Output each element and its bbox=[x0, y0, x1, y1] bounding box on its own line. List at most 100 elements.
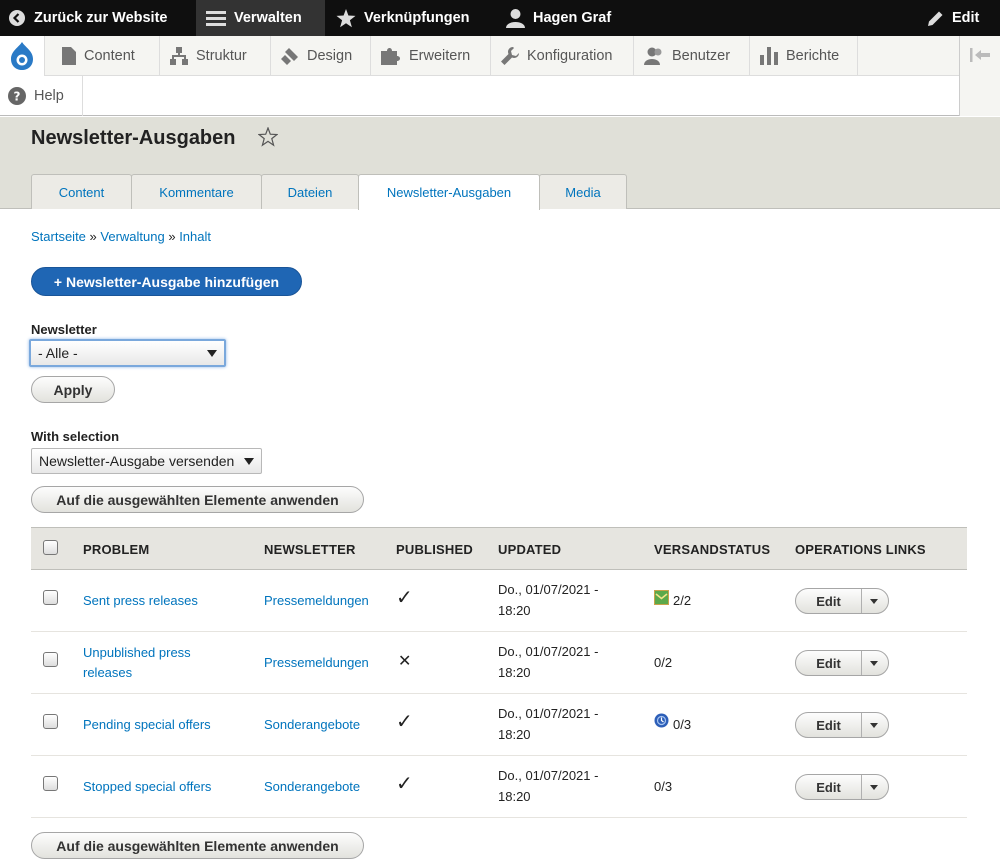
edit-button[interactable]: Edit bbox=[796, 589, 862, 613]
operations-dropbutton: Edit bbox=[795, 650, 889, 676]
edit-button[interactable]: Edit bbox=[796, 775, 862, 799]
help-icon: ? bbox=[8, 87, 26, 105]
row-checkbox[interactable] bbox=[43, 776, 58, 791]
menu-reports[interactable]: Berichte bbox=[750, 36, 858, 76]
dropdown-toggle-icon[interactable] bbox=[870, 599, 878, 604]
back-circle-icon bbox=[9, 10, 25, 26]
dropdown-toggle-icon[interactable] bbox=[870, 785, 878, 790]
send-status-value: 0/3 bbox=[654, 779, 673, 794]
shortcut-star-icon[interactable] bbox=[258, 127, 278, 147]
newsletter-link[interactable]: Pressemeldungen bbox=[264, 655, 369, 670]
tab-files[interactable]: Dateien bbox=[261, 174, 359, 209]
bulk-action-select[interactable]: Newsletter-Ausgabe versenden bbox=[31, 448, 262, 474]
shortcuts-label: Verknüpfungen bbox=[364, 10, 470, 26]
add-newsletter-issue-button[interactable]: + Newsletter-Ausgabe hinzufügen bbox=[31, 267, 302, 296]
operations-dropbutton: Edit bbox=[795, 588, 889, 614]
users-icon bbox=[644, 47, 662, 65]
tab-comments[interactable]: Kommentare bbox=[131, 174, 262, 209]
table-row: Stopped special offers Sonderangebote ✓ … bbox=[31, 756, 967, 818]
issue-title-link[interactable]: Stopped special offers bbox=[83, 779, 211, 794]
edit-button[interactable]: Edit bbox=[796, 651, 862, 675]
bulk-action-label: With selection bbox=[31, 429, 120, 444]
admin-tray: Content Struktur Design Erweitern Konfig… bbox=[0, 36, 1000, 116]
breadcrumb-content[interactable]: Inhalt bbox=[179, 229, 211, 244]
newsletter-filter-select[interactable]: - Alle - bbox=[29, 339, 226, 367]
sitemap-icon bbox=[170, 47, 188, 65]
menu-design[interactable]: Design bbox=[271, 36, 371, 76]
shortcuts-tab[interactable]: Verknüpfungen bbox=[336, 0, 470, 36]
admin-toolbar: Zurück zur Website Verwalten Verknüpfung… bbox=[0, 0, 1000, 36]
newsletter-link[interactable]: Pressemeldungen bbox=[264, 593, 369, 608]
unpublished-x-icon: ✕ bbox=[398, 653, 412, 670]
newsletter-link[interactable]: Sonderangebote bbox=[264, 717, 360, 732]
menu-structure-label: Struktur bbox=[196, 48, 247, 64]
row-checkbox[interactable] bbox=[43, 714, 58, 729]
updated-date: Do., 01/07/2021 - bbox=[498, 706, 599, 721]
issue-title-link-continued[interactable]: releases bbox=[83, 665, 132, 680]
issue-title-link[interactable]: Pending special offers bbox=[83, 717, 211, 732]
header-published[interactable]: PUBLISHED bbox=[396, 542, 473, 557]
tab-content[interactable]: Content bbox=[31, 174, 132, 209]
breadcrumb-admin[interactable]: Verwaltung bbox=[100, 229, 164, 244]
user-label: Hagen Graf bbox=[533, 10, 612, 26]
manage-label: Verwalten bbox=[234, 10, 302, 26]
edit-label: Edit bbox=[952, 10, 980, 26]
pencil-icon bbox=[928, 11, 943, 26]
header-problem[interactable]: PROBLEM bbox=[83, 542, 149, 557]
breadcrumb-home[interactable]: Startseite bbox=[31, 229, 86, 244]
sent-icon bbox=[654, 590, 669, 605]
send-status-value: 0/2 bbox=[654, 655, 673, 670]
menu-configuration[interactable]: Konfiguration bbox=[491, 36, 634, 76]
page-title: Newsletter-Ausgaben bbox=[31, 127, 236, 149]
header-newsletter[interactable]: NEWSLETTER bbox=[264, 542, 356, 557]
user-tab[interactable]: Hagen Graf bbox=[506, 0, 611, 36]
menu-content-label: Content bbox=[84, 48, 135, 64]
apply-bulk-action-button-bottom[interactable]: Auf die ausgewählten Elemente anwenden bbox=[31, 832, 364, 859]
apply-bulk-action-button-top[interactable]: Auf die ausgewählten Elemente anwenden bbox=[31, 486, 364, 513]
menu-extend[interactable]: Erweitern bbox=[371, 36, 491, 76]
edit-button[interactable]: Edit bbox=[796, 713, 862, 737]
published-check-icon: ✓ bbox=[396, 587, 413, 609]
header-updated[interactable]: UPDATED bbox=[498, 542, 561, 557]
dropdown-toggle-icon[interactable] bbox=[870, 723, 878, 728]
menu-content[interactable]: Content bbox=[52, 36, 160, 76]
dropdown-toggle-icon[interactable] bbox=[870, 661, 878, 666]
updated-date: Do., 01/07/2021 - bbox=[498, 768, 599, 783]
newsletter-filter-label: Newsletter bbox=[31, 322, 97, 337]
tray-orientation-toggle[interactable] bbox=[959, 36, 1000, 116]
issue-title-link[interactable]: Sent press releases bbox=[83, 593, 198, 608]
back-to-site-label: Zurück zur Website bbox=[34, 10, 168, 26]
puzzle-icon bbox=[381, 48, 400, 65]
edit-toggle[interactable]: Edit bbox=[927, 0, 979, 36]
manage-tab[interactable]: Verwalten bbox=[196, 0, 325, 36]
menu-extend-label: Erweitern bbox=[409, 48, 471, 64]
chevron-down-icon bbox=[207, 350, 217, 357]
row-checkbox[interactable] bbox=[43, 590, 58, 605]
paintbrush-icon bbox=[281, 48, 298, 65]
published-check-icon: ✓ bbox=[396, 773, 413, 795]
user-icon bbox=[506, 9, 525, 28]
back-to-site-link[interactable]: Zurück zur Website bbox=[8, 0, 167, 36]
menu-structure[interactable]: Struktur bbox=[160, 36, 271, 76]
header-operations: OPERATIONS LINKS bbox=[795, 542, 926, 557]
select-all-checkbox[interactable] bbox=[43, 540, 58, 555]
tab-media[interactable]: Media bbox=[539, 174, 627, 209]
table-row: Sent press releases Pressemeldungen ✓ Do… bbox=[31, 570, 967, 632]
header-send-status[interactable]: VERSANDSTATUS bbox=[654, 542, 770, 557]
menu-help[interactable]: ? Help bbox=[0, 76, 83, 116]
table-row: Pending special offers Sonderangebote ✓ … bbox=[31, 694, 967, 756]
tab-newsletter-issues[interactable]: Newsletter-Ausgaben bbox=[358, 174, 540, 210]
updated-time: 18:20 bbox=[498, 727, 531, 742]
bulk-action-value: Newsletter-Ausgabe versenden bbox=[39, 453, 235, 469]
hamburger-icon bbox=[206, 11, 226, 26]
newsletter-link[interactable]: Sonderangebote bbox=[264, 779, 360, 794]
row-checkbox[interactable] bbox=[43, 652, 58, 667]
menu-configuration-label: Konfiguration bbox=[527, 48, 613, 64]
drupal-logo[interactable] bbox=[0, 36, 45, 76]
apply-filter-button[interactable]: Apply bbox=[31, 376, 115, 403]
drupal-drop-icon bbox=[11, 42, 33, 70]
menu-users[interactable]: Benutzer bbox=[634, 36, 750, 76]
published-check-icon: ✓ bbox=[396, 711, 413, 733]
issue-title-link[interactable]: Unpublished press bbox=[83, 645, 191, 660]
collapse-left-icon bbox=[970, 48, 990, 62]
